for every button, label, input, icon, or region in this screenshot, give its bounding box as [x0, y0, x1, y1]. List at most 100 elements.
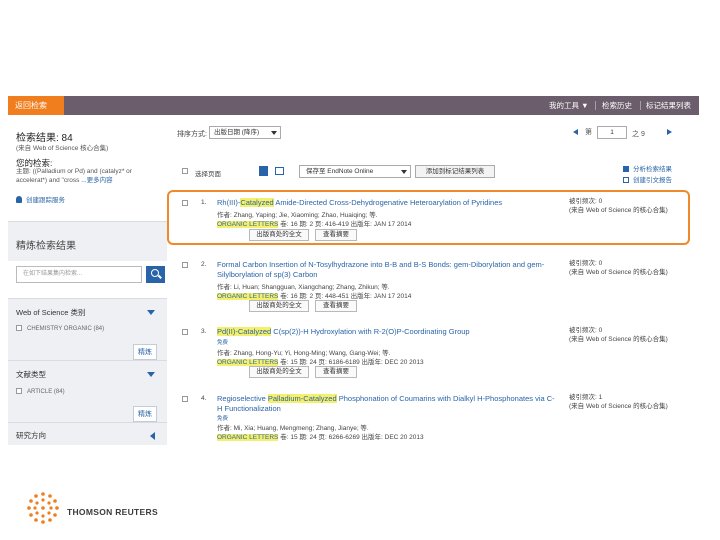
cites-source: (来自 Web of Science 的核心合集) [569, 402, 668, 410]
brand-name: THOMSON REUTERS [67, 507, 158, 517]
cites-source: (来自 Web of Science 的核心合集) [569, 268, 668, 276]
refine-title: 精炼检索结果 [16, 241, 76, 252]
record-number: 3. [201, 328, 207, 335]
search-history-link[interactable]: 检索历史 [602, 96, 632, 115]
bar-chart-icon [623, 166, 629, 172]
page-label: 第 [585, 129, 592, 136]
facet-option-label: ARTICLE (84) [27, 389, 65, 395]
results-main: 排序方式: 出版日期 (降序) 第 1 之 9 选择页面 保存至 EndNote… [167, 115, 699, 445]
chevron-left-icon[interactable] [150, 432, 155, 440]
facet-header[interactable]: 文献类型 [16, 369, 46, 380]
record-source: ORGANIC LETTERS 卷: 15 期: 24 页: 6186-6189… [217, 356, 424, 366]
cites-count[interactable]: 被引频次: 1 [569, 394, 669, 403]
result-record: 4. Regioselective Palladium-Catalyzed Ph… [177, 393, 689, 445]
facet-option[interactable]: CHEMISTRY ORGANIC (84) [16, 325, 104, 332]
refine-header: 精炼检索结果 [8, 221, 167, 261]
source-details: 卷: 15 期: 24 页: 6186-6189 出版年: DEC 20 201… [278, 359, 424, 366]
record-title-link[interactable]: Regioselective Palladium-Catalyzed Phosp… [217, 394, 557, 413]
checkbox[interactable] [16, 388, 22, 394]
page-total: 之 9 [632, 131, 645, 138]
sort-label: 排序方式: [177, 131, 207, 138]
source-details: 卷: 15 期: 24 页: 6266-6269 出版年: DEC 20 201… [278, 434, 424, 441]
result-record: 2. Formal Carbon Insertion of N-Tosylhyd… [177, 259, 689, 314]
view-abstract-button[interactable]: 查看摘要 [315, 366, 357, 378]
results-toolbar: 选择页面 保存至 EndNote Online 添加到标记结果列表 分析检索结果… [177, 163, 689, 184]
result-source: (来自 Web of Science 核心合集) [16, 145, 109, 152]
add-to-marked-button[interactable]: 添加到标记结果列表 [415, 165, 495, 178]
print-icon[interactable] [259, 166, 268, 176]
analyze-results-link[interactable]: 分析检索结果 [623, 163, 672, 173]
top-nav-bar: 返回检索 我的工具 ▼ 检索历史 标记结果列表 [8, 96, 699, 115]
thomson-reuters-logo-icon [27, 492, 59, 524]
refine-button[interactable]: 精炼 [133, 344, 157, 360]
email-icon[interactable] [275, 167, 284, 175]
create-alert-link[interactable]: 创建跟踪服务 [16, 194, 65, 204]
record-source: ORGANIC LETTERS 卷: 16 期: 2 页: 448-451 出版… [217, 290, 411, 300]
record-checkbox[interactable] [182, 396, 188, 402]
refine-search-input[interactable]: 在如下结果集内检索... [16, 266, 142, 283]
chevron-down-icon[interactable] [147, 310, 155, 315]
prev-page-icon[interactable] [573, 129, 578, 135]
query-more-link[interactable]: ...更多内容 [81, 177, 112, 184]
query-string: 主题: ((Palladium or Pd) and (catalyz* or … [16, 168, 132, 184]
chevron-down-icon[interactable] [147, 372, 155, 377]
next-page-icon[interactable] [667, 129, 672, 135]
cites-source: (来自 Web of Science 的核心合集) [569, 335, 668, 343]
title-text: C(sp(2))-H Hydroxylation with R-2(O)P-Co… [271, 327, 470, 336]
report-icon [623, 177, 629, 183]
times-cited: 被引频次: 0 (来自 Web of Science 的核心合集) [569, 327, 669, 344]
result-record: 3. Pd(II)-Catalyzed C(sp(2))-H Hydroxyla… [177, 326, 689, 384]
facet-header[interactable]: Web of Science 类别 [16, 307, 85, 318]
cites-count[interactable]: 被引频次: 0 [569, 327, 669, 336]
my-tools-menu[interactable]: 我的工具 ▼ [549, 96, 589, 115]
left-sidebar: 检索结果: 84 (来自 Web of Science 核心合集) 您的检索: … [8, 115, 167, 445]
full-text-button[interactable]: 出版商处的全文 [249, 366, 309, 378]
journal-link[interactable]: ORGANIC LETTERS [217, 293, 279, 300]
times-cited: 被引频次: 1 (来自 Web of Science 的核心合集) [569, 394, 669, 411]
title-highlight: Palladium-Catalyzed [267, 394, 337, 403]
facet-doc-type: 文献类型 ARTICLE (84) 精炼 [8, 360, 167, 422]
times-cited: 被引频次: 0 (来自 Web of Science 的核心合集) [569, 260, 669, 277]
title-text: Regioselective [217, 394, 268, 403]
full-text-button[interactable]: 出版商处的全文 [249, 300, 309, 312]
record-source: ORGANIC LETTERS 卷: 15 期: 24 页: 6266-6269… [217, 431, 424, 441]
free-access-badge: 免费 [217, 340, 229, 346]
journal-link[interactable]: ORGANIC LETTERS [217, 434, 279, 441]
record-checkbox[interactable] [182, 262, 188, 268]
citation-report-label: 创建引文报告 [633, 177, 672, 184]
marked-list-link[interactable]: 标记结果列表 [646, 96, 691, 115]
bell-icon [16, 196, 22, 203]
cites-count[interactable]: 被引频次: 0 [569, 260, 669, 269]
view-abstract-button[interactable]: 查看摘要 [315, 300, 357, 312]
create-alert-label: 创建跟踪服务 [26, 197, 65, 204]
query-text: 主题: ((Palladium or Pd) and (catalyz* or … [16, 167, 161, 185]
free-access-badge: 免费 [217, 416, 229, 422]
citation-report-link[interactable]: 创建引文报告 [623, 174, 672, 184]
page-input[interactable]: 1 [597, 126, 627, 139]
record-number: 2. [201, 261, 207, 268]
back-to-search-button[interactable]: 返回检索 [8, 96, 64, 115]
select-page-checkbox[interactable] [182, 168, 188, 174]
facet-option[interactable]: ARTICLE (84) [16, 388, 65, 395]
refine-button[interactable]: 精炼 [133, 406, 157, 422]
checkbox[interactable] [16, 325, 22, 331]
select-page-label: 选择页面 [195, 171, 221, 178]
journal-link[interactable]: ORGANIC LETTERS [217, 359, 279, 366]
callout-highlight [167, 190, 690, 245]
save-option: 保存至 EndNote Online [306, 168, 374, 175]
source-details: 卷: 16 期: 2 页: 448-451 出版年: JAN 17 2014 [278, 293, 412, 300]
save-to-select[interactable]: 保存至 EndNote Online [299, 165, 411, 178]
divider [640, 101, 641, 110]
sort-value: 出版日期 (降序) [214, 129, 260, 136]
record-title-link[interactable]: Pd(II)-Catalyzed C(sp(2))-H Hydroxylatio… [217, 327, 557, 337]
facet-research-area: 研究方向 [8, 422, 167, 445]
facet-header[interactable]: 研究方向 [16, 430, 46, 441]
record-checkbox[interactable] [182, 329, 188, 335]
facet-wos-category: Web of Science 类别 CHEMISTRY ORGANIC (84)… [8, 298, 167, 360]
title-highlight: Pd(II)-Catalyzed [217, 327, 272, 336]
sort-select[interactable]: 出版日期 (降序) [209, 126, 281, 139]
facet-option-label: CHEMISTRY ORGANIC (84) [27, 326, 105, 332]
search-icon[interactable] [146, 266, 165, 283]
chevron-down-icon [401, 170, 407, 174]
record-title-link[interactable]: Formal Carbon Insertion of N-Tosylhydraz… [217, 260, 557, 279]
